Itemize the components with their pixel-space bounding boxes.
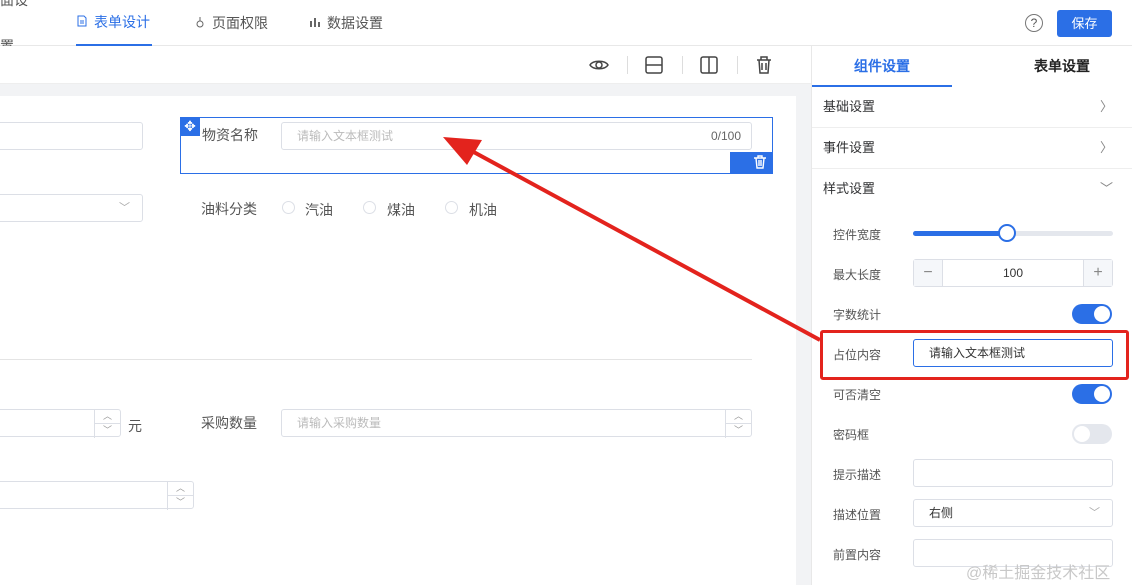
watermark: @稀土掘金技术社区 [966,565,1111,582]
annotation-arrow-icon [443,137,821,342]
